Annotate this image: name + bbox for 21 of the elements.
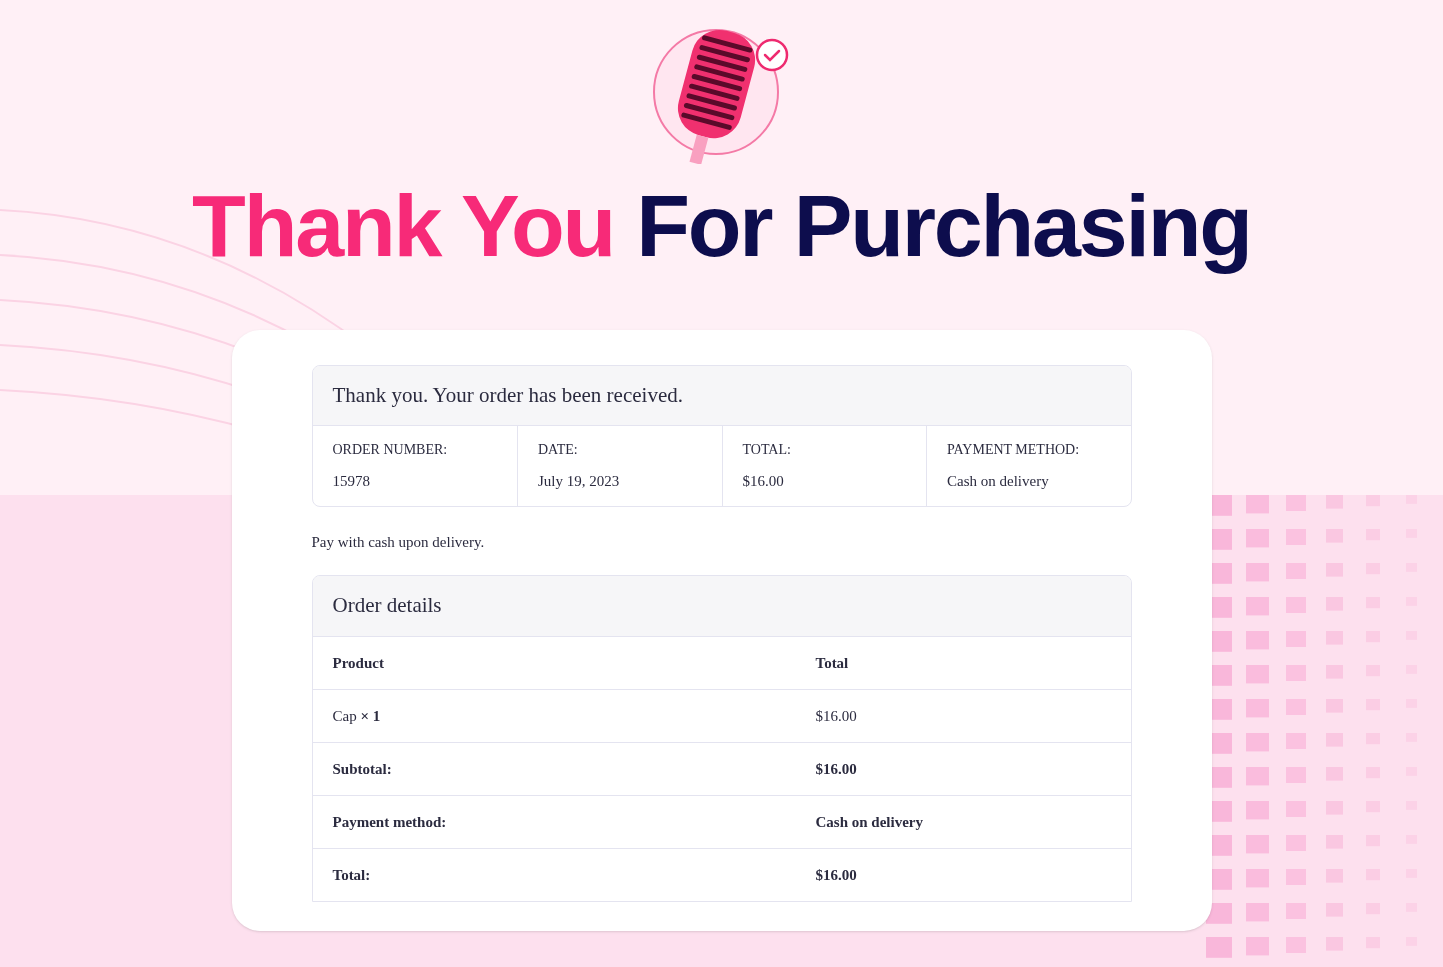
- overview-value: $16.00: [742, 472, 785, 491]
- order-received-notice: Thank you. Your order has been received.: [312, 366, 1131, 426]
- overview-label: DATE:: [538, 441, 579, 459]
- table-cell-text: $16.00: [815, 865, 858, 885]
- column-header: Total: [815, 653, 850, 673]
- table-cell-text: Subtotal:: [332, 759, 393, 779]
- column-header: Product: [332, 653, 385, 673]
- table-cell-text: $16.00: [815, 706, 858, 726]
- table-cell-text: Cap × 1: [332, 706, 382, 726]
- overview-label: ORDER NUMBER:: [332, 441, 449, 459]
- table-cell-text: $16.00: [815, 759, 858, 779]
- table-cell-text: Payment method:: [332, 812, 448, 832]
- payment-note: Pay with cash upon delivery.: [311, 532, 486, 552]
- table-cell-text: Total:: [332, 865, 372, 885]
- order-details-heading: Order details: [312, 576, 1131, 636]
- overview-value: 15978: [332, 472, 371, 491]
- overview-label: PAYMENT METHOD:: [947, 441, 1081, 459]
- overview-label: TOTAL:: [742, 441, 792, 459]
- overview-value: Cash on delivery: [947, 472, 1050, 491]
- table-cell-text: Cash on delivery: [815, 812, 924, 832]
- overview-value: July 19, 2023: [538, 472, 621, 491]
